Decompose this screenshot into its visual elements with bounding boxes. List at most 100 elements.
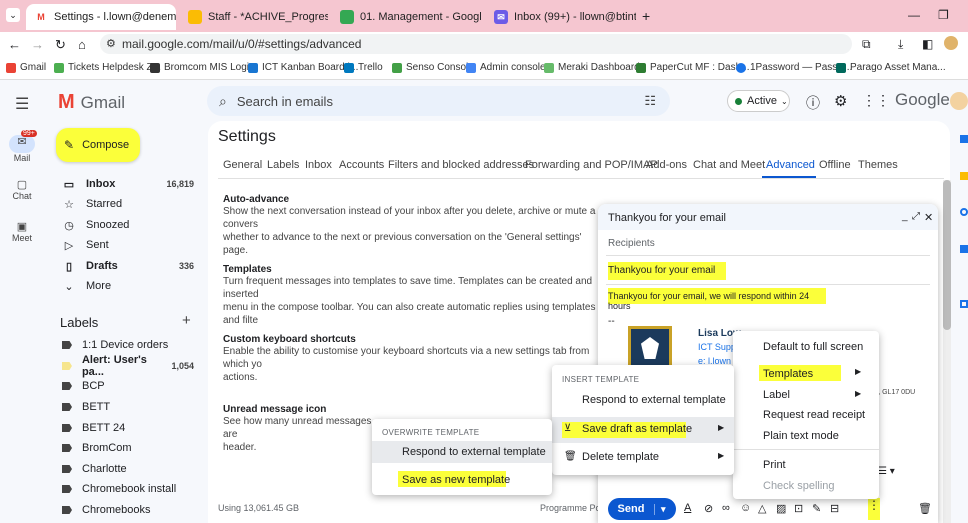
bookmark-admin[interactable]: Admin console bbox=[466, 62, 546, 73]
sidepanel-icon[interactable]: ◧ bbox=[922, 37, 933, 51]
bookmark-papercut[interactable]: PaperCut MF : Dash... bbox=[636, 62, 749, 73]
bookmark-gmail[interactable]: Gmail bbox=[6, 62, 46, 73]
compose-button[interactable]: ✎ Compose bbox=[56, 128, 140, 162]
gmail-logo[interactable]: M Gmail bbox=[58, 91, 125, 114]
nav-drafts[interactable]: ▯ Drafts 336 bbox=[48, 256, 198, 276]
label-item[interactable]: BETT 24 bbox=[48, 418, 198, 438]
search-input[interactable]: ⌕ Search in emails ☷ bbox=[207, 86, 670, 116]
tasks-icon[interactable] bbox=[960, 208, 968, 216]
google-logo[interactable]: Google bbox=[895, 90, 950, 110]
nav-snoozed[interactable]: ◷ Snoozed bbox=[48, 215, 198, 235]
link-icon[interactable]: ∞ bbox=[722, 502, 730, 514]
bookmark-trello[interactable]: Trello bbox=[344, 62, 383, 73]
nav-more[interactable]: ⌄ More bbox=[48, 276, 198, 296]
label-item[interactable]: Charlotte bbox=[48, 459, 198, 479]
apps-grid-icon[interactable]: ⋮⋮ bbox=[862, 92, 890, 109]
contacts-icon[interactable] bbox=[960, 245, 968, 253]
browser-tab-management[interactable]: 01. Management - Google Drive✕ bbox=[332, 4, 482, 30]
tab-advanced[interactable]: Advanced bbox=[766, 159, 815, 171]
calendar-icon[interactable] bbox=[960, 135, 968, 143]
minimize-icon[interactable]: _ bbox=[902, 211, 908, 222]
bookmark-senso[interactable]: Senso Console bbox=[392, 62, 474, 73]
rail-chat[interactable]: ▢ Chat bbox=[8, 178, 36, 201]
keep-icon[interactable] bbox=[960, 172, 968, 180]
bookmark-1password[interactable]: 1Password — Passw... bbox=[736, 62, 852, 73]
browser-tab-settings[interactable]: M Settings - l.lown@denemagna...✕ bbox=[26, 4, 176, 30]
download-icon[interactable]: ⤓ bbox=[898, 37, 903, 52]
browser-tab-inbox[interactable]: ✉ Inbox (99+) - llown@btinternet...✕ bbox=[486, 4, 636, 30]
menu-item-respond-external[interactable]: Respond to external template bbox=[582, 394, 726, 406]
scrollbar[interactable] bbox=[943, 180, 951, 523]
tab-addons[interactable]: Add-ons bbox=[646, 159, 687, 171]
list-icon[interactable]: ☰ ▾ bbox=[878, 466, 895, 477]
tab-list-icon[interactable]: ⌄ bbox=[6, 8, 20, 22]
lock-icon[interactable]: ⊡ bbox=[794, 502, 803, 515]
send-options-icon[interactable]: ▾ bbox=[654, 503, 666, 515]
status-toggle[interactable]: Active ⌄ bbox=[727, 90, 790, 112]
menu-item-templates[interactable]: Templates bbox=[763, 368, 813, 380]
account-avatar[interactable] bbox=[950, 92, 968, 110]
formatting-icon[interactable]: A bbox=[684, 502, 691, 514]
nav-starred[interactable]: ☆ Starred bbox=[48, 194, 198, 214]
fullscreen-icon[interactable]: ⤢ bbox=[912, 211, 920, 222]
menu-item-print[interactable]: Print bbox=[763, 459, 786, 471]
close-icon[interactable]: ✕ bbox=[924, 211, 933, 224]
subject-field[interactable]: Thankyou for your email bbox=[608, 262, 726, 280]
bookmark-meraki[interactable]: Meraki Dashboard bbox=[544, 62, 640, 73]
message-body[interactable]: Thankyou for your email, we will respond… bbox=[608, 288, 826, 311]
bookmark-parago[interactable]: Parago Asset Mana... bbox=[836, 62, 946, 73]
extensions-icon[interactable]: ⧉ bbox=[862, 37, 871, 52]
addon-icon[interactable] bbox=[960, 300, 968, 308]
tab-chat-meet[interactable]: Chat and Meet bbox=[693, 159, 765, 171]
tab-accounts[interactable]: Accounts bbox=[339, 159, 384, 171]
menu-item-spelling[interactable]: Check spelling bbox=[763, 480, 835, 492]
menu-item-save-draft-template[interactable]: Save draft as template bbox=[582, 423, 692, 435]
tab-forwarding[interactable]: Forwarding and POP/IMAP bbox=[525, 159, 658, 171]
label-item[interactable]: BCP bbox=[48, 376, 198, 396]
label-item[interactable]: 1:1 Device orders bbox=[48, 335, 198, 355]
nav-sent[interactable]: ▷ Sent bbox=[48, 235, 198, 255]
bookmark-tickets[interactable]: Tickets Helpdesk Z... bbox=[54, 62, 161, 73]
forward-icon[interactable]: → bbox=[31, 37, 44, 52]
menu-item-read-receipt[interactable]: Request read receipt bbox=[763, 409, 865, 421]
signature-icon[interactable]: ✎ bbox=[812, 502, 821, 515]
site-info-icon[interactable]: ⚙ bbox=[106, 37, 116, 50]
minimize-icon[interactable]: — bbox=[908, 8, 920, 22]
label-item[interactable]: Alert: User's pa... 1,054 bbox=[48, 354, 198, 378]
tab-labels[interactable]: Labels bbox=[267, 159, 299, 171]
menu-item-respond-external-overwrite[interactable]: Respond to external template bbox=[402, 446, 546, 458]
label-item[interactable]: BromCom bbox=[48, 438, 198, 458]
add-label-icon[interactable]: + bbox=[182, 312, 191, 329]
menu-item-save-new-template[interactable]: Save as new template bbox=[402, 474, 510, 486]
label-item[interactable]: BETT bbox=[48, 397, 198, 417]
attach-icon[interactable]: ⊘ bbox=[704, 502, 713, 515]
recipients-field[interactable]: Recipients bbox=[608, 238, 655, 249]
tab-filters[interactable]: Filters and blocked addresses bbox=[388, 159, 534, 171]
search-icon[interactable]: ⌕ bbox=[219, 93, 227, 110]
menu-item-delete-template[interactable]: Delete template bbox=[582, 451, 659, 463]
emoji-icon[interactable]: ☺ bbox=[740, 502, 751, 514]
bookmark-bromcom[interactable]: Bromcom MIS Login bbox=[150, 62, 255, 73]
more-options-icon[interactable]: ⋮ bbox=[868, 498, 880, 520]
photo-icon[interactable]: ▨ bbox=[776, 502, 786, 515]
help-icon[interactable]: ⓘ bbox=[806, 93, 820, 113]
profile-avatar[interactable] bbox=[944, 36, 958, 50]
reload-icon[interactable]: ↻ bbox=[55, 37, 66, 53]
new-tab-icon[interactable]: + bbox=[642, 8, 650, 24]
label-item[interactable]: Chromebook install bbox=[48, 479, 198, 499]
search-options-icon[interactable]: ☷ bbox=[644, 93, 656, 109]
tab-general[interactable]: General bbox=[223, 159, 262, 171]
bookmark-kanban[interactable]: ICT Kanban Board |... bbox=[248, 62, 358, 73]
menu-item-label[interactable]: Label bbox=[763, 389, 790, 401]
settings-gear-icon[interactable]: ⚙ bbox=[834, 92, 847, 110]
nav-inbox[interactable]: ▭ Inbox 16,819 bbox=[48, 174, 198, 194]
rail-mail[interactable]: ✉ 99+ Mail bbox=[8, 130, 37, 163]
rail-meet[interactable]: ▣ Meet bbox=[8, 220, 36, 243]
back-icon[interactable]: ← bbox=[8, 37, 21, 52]
tab-inbox[interactable]: Inbox bbox=[305, 159, 332, 171]
tab-offline[interactable]: Offline bbox=[819, 159, 851, 171]
drive-icon[interactable]: △ bbox=[758, 502, 766, 515]
label-item[interactable]: Chromebooks bbox=[48, 500, 198, 520]
menu-item-plain-text[interactable]: Plain text mode bbox=[763, 430, 839, 442]
address-bar[interactable]: ⚙ mail.google.com/mail/u/0/#settings/adv… bbox=[100, 34, 852, 54]
